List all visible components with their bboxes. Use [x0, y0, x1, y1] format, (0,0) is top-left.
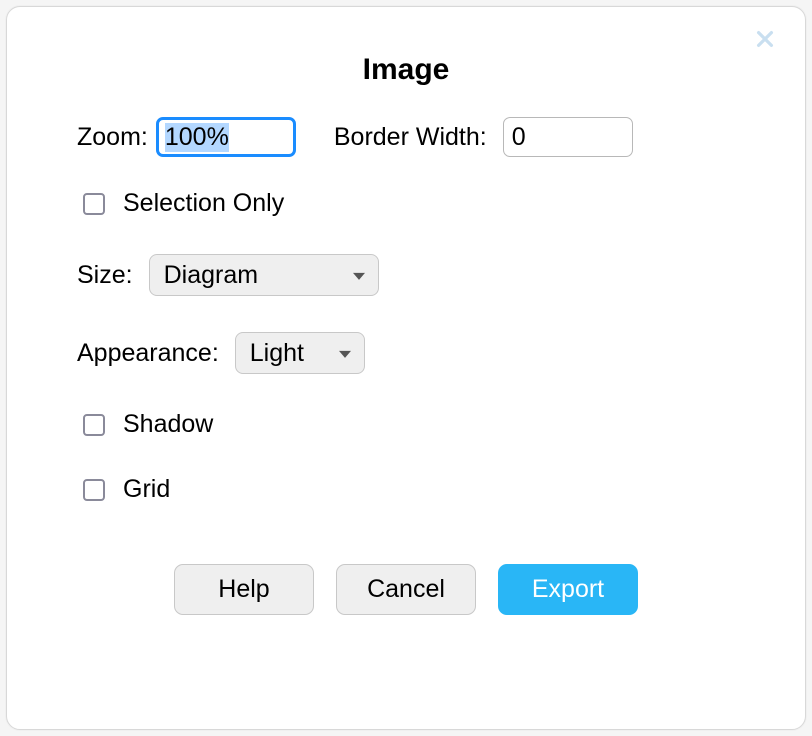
- size-label: Size:: [77, 261, 133, 290]
- grid-row: Grid: [77, 475, 735, 504]
- export-button[interactable]: Export: [498, 564, 638, 615]
- appearance-row: Appearance: Light: [77, 332, 735, 374]
- selection-only-label: Selection Only: [123, 189, 284, 218]
- grid-checkbox[interactable]: [83, 479, 105, 501]
- cancel-button[interactable]: Cancel: [336, 564, 476, 615]
- zoom-label: Zoom:: [77, 123, 148, 152]
- border-width-label: Border Width:: [334, 123, 487, 152]
- help-button[interactable]: Help: [174, 564, 314, 615]
- selection-only-row: Selection Only: [77, 189, 735, 218]
- appearance-select[interactable]: Light: [235, 332, 365, 374]
- shadow-label: Shadow: [123, 410, 213, 439]
- export-image-dialog: Image Zoom: Border Width: Selection Only…: [6, 6, 806, 730]
- grid-label: Grid: [123, 475, 170, 504]
- zoom-border-row: Zoom: Border Width:: [77, 117, 735, 157]
- dialog-buttons: Help Cancel Export: [77, 564, 735, 615]
- dialog-title: Image: [77, 53, 735, 87]
- close-icon[interactable]: [751, 25, 779, 53]
- appearance-label: Appearance:: [77, 339, 219, 368]
- zoom-input[interactable]: [156, 117, 296, 157]
- shadow-row: Shadow: [77, 410, 735, 439]
- selection-only-checkbox[interactable]: [83, 193, 105, 215]
- size-row: Size: Diagram: [77, 254, 735, 296]
- border-width-input[interactable]: [503, 117, 633, 157]
- shadow-checkbox[interactable]: [83, 414, 105, 436]
- size-select[interactable]: Diagram: [149, 254, 379, 296]
